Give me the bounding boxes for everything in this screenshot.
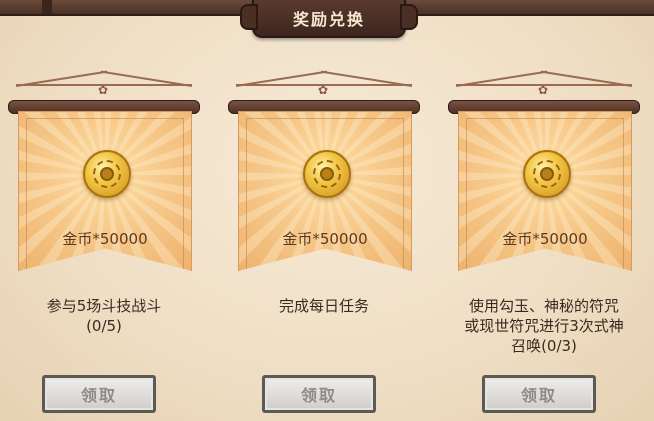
knot-icon: ✿	[317, 83, 329, 97]
task-description-line: 或现世符咒进行3次式神	[464, 317, 624, 335]
task-description-line: 参与5场斗技战斗	[46, 297, 162, 315]
task-progress: (0/5)	[86, 317, 122, 335]
gold-coin-icon	[83, 150, 131, 198]
knot-icon: ✿	[97, 83, 109, 97]
reward-card-3: ✿ 金币*50000 使用勾玉、神秘的符咒 或现世符咒进行3次式神 召唤(0/3…	[446, 84, 642, 414]
knot-icon: ✿	[537, 83, 549, 97]
gold-coin-icon	[523, 150, 571, 198]
page-title: 奖励兑换	[292, 10, 365, 29]
task-description: 完成每日任务	[226, 296, 422, 316]
reward-amount: 金币*50000	[502, 230, 588, 248]
reward-banner: 金币*50000	[458, 111, 632, 271]
reward-card-1: ✿ 金币*50000 参与5场斗技战斗 (0/5) 领取	[6, 84, 202, 414]
reward-banner: 金币*50000	[18, 111, 192, 271]
corner-ornament-left	[42, 0, 52, 14]
title-plaque: 奖励兑换	[240, 0, 418, 38]
claim-button[interactable]: 领取	[482, 375, 596, 413]
task-description: 使用勾玉、神秘的符咒 或现世符咒进行3次式神 召唤(0/3)	[446, 296, 642, 356]
claim-button[interactable]: 领取	[262, 375, 376, 413]
task-description: 参与5场斗技战斗 (0/5)	[6, 296, 202, 336]
claim-button[interactable]: 领取	[42, 375, 156, 413]
gold-coin-icon	[303, 150, 351, 198]
task-progress: 召唤(0/3)	[511, 337, 577, 355]
reward-card-2: ✿ 金币*50000 完成每日任务 领取	[226, 84, 422, 414]
task-description-line: 完成每日任务	[278, 297, 369, 315]
reward-amount: 金币*50000	[282, 230, 368, 248]
reward-amount: 金币*50000	[62, 230, 148, 248]
task-description-line: 使用勾玉、神秘的符咒	[468, 297, 619, 315]
reward-banner: 金币*50000	[238, 111, 412, 271]
